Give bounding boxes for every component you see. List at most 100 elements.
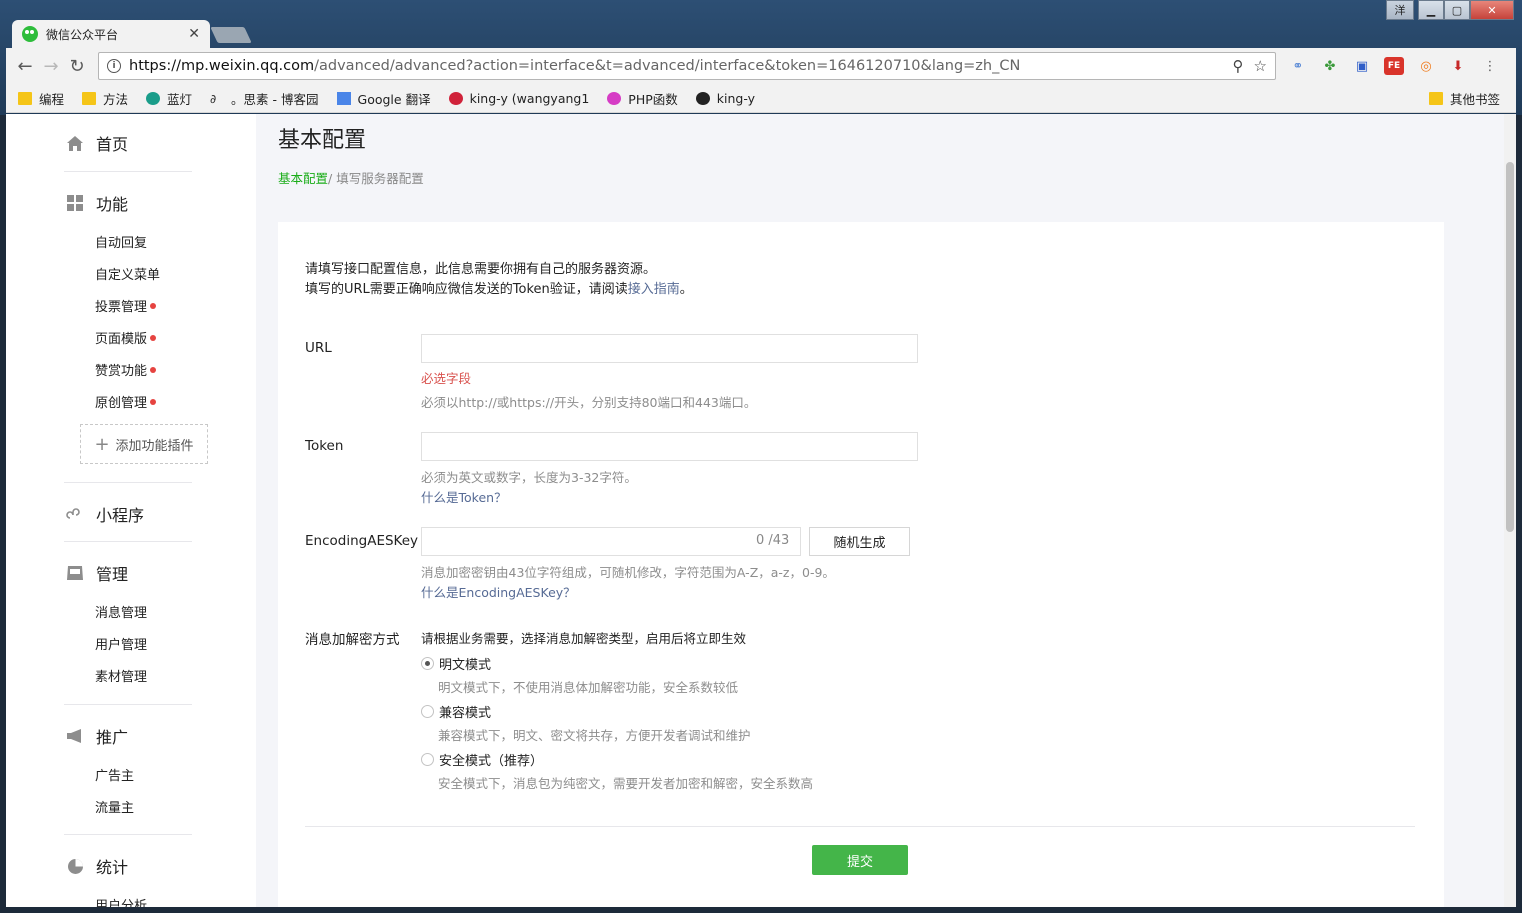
url-label: URL [305, 340, 332, 356]
new-dot [150, 334, 157, 341]
radio-button[interactable] [421, 705, 434, 718]
tab-close-icon[interactable]: ✕ [188, 26, 200, 42]
folder-icon [82, 91, 97, 105]
submit-button[interactable]: 提交 [812, 845, 908, 875]
nav-stats[interactable]: 统计 [66, 854, 128, 878]
bookmark-folder[interactable]: 方法 [82, 89, 128, 108]
token-help-link[interactable]: 什么是Token？ [421, 487, 507, 506]
bookmark-link[interactable]: Google 翻译 [336, 89, 431, 108]
url-field[interactable] [421, 334, 918, 363]
minimize-button[interactable]: ▁ [1418, 0, 1444, 20]
info-icon[interactable]: i [107, 59, 121, 73]
token-label: Token [305, 438, 344, 454]
url-error: 必选字段 [421, 371, 472, 386]
save-extension-icon[interactable]: ▣ [1352, 57, 1372, 75]
sidebar-item-user-analysis[interactable]: 用户分析 [95, 895, 147, 907]
folder-icon [18, 91, 32, 105]
radio-button[interactable] [421, 657, 434, 670]
other-bookmarks[interactable]: 其他书签 [1428, 89, 1500, 108]
url-input[interactable] [422, 335, 917, 362]
bookmark-link[interactable]: 蓝灯 [146, 89, 192, 108]
nav-promotion[interactable]: 推广 [66, 724, 128, 748]
sidebar-divider [64, 482, 192, 483]
aes-field[interactable] [421, 527, 801, 556]
aes-label: EncodingAESKey [305, 533, 419, 549]
radio-secure[interactable]: 安全模式（推荐） [421, 750, 543, 769]
token-input[interactable] [422, 433, 917, 460]
bookmark-link[interactable]: king-y [695, 91, 755, 106]
sidebar-divider [64, 171, 192, 172]
random-generate-button[interactable]: 随机生成 [809, 527, 910, 556]
bookmark-star-icon[interactable]: ☆ [1254, 57, 1267, 75]
bookmark-link[interactable]: PHP函数 [607, 89, 678, 108]
sidebar-divider [64, 704, 192, 705]
sidebar-item-advertiser[interactable]: 广告主 [95, 765, 134, 784]
token-tip: 必须为英文或数字，长度为3-32字符。 [421, 470, 637, 485]
radio-plaintext-desc: 明文模式下，不使用消息体加解密功能，安全系数较低 [438, 680, 739, 695]
fe-extension-icon[interactable]: FE [1384, 57, 1404, 75]
sidebar-item-original[interactable]: 原创管理 [95, 392, 157, 411]
miniprogram-icon [66, 505, 84, 523]
radio-plaintext[interactable]: 明文模式 [421, 654, 491, 673]
sidebar-item-auto-reply[interactable]: 自动回复 [95, 232, 147, 251]
page-content: 首页 功能 自动回复 自定义菜单 投票管理 页面模版 赞赏功能 原创管理 + 添… [6, 114, 1516, 907]
menu-icon[interactable]: ⋮ [1480, 57, 1500, 75]
token-field[interactable] [421, 432, 918, 461]
puzzle-extension-icon[interactable]: ✤ [1320, 57, 1340, 75]
download-extension-icon[interactable]: ⬇ [1448, 57, 1468, 75]
bookmark-folder[interactable]: 编程 [18, 89, 64, 108]
sidebar-divider [64, 834, 192, 835]
add-plugin-button[interactable]: + 添加功能插件 [80, 424, 208, 464]
aes-input[interactable] [422, 528, 800, 555]
aes-help-link[interactable]: 什么是EncodingAESKey？ [421, 582, 576, 601]
nav-home[interactable]: 首页 [66, 131, 128, 155]
window-controls: 洋 ▁ ▢ ✕ [1386, 0, 1514, 20]
profile-button[interactable]: 洋 [1386, 0, 1414, 20]
new-tab-button[interactable] [210, 27, 252, 43]
link-extension-icon[interactable]: ⚭ [1288, 57, 1308, 75]
megaphone-icon [66, 727, 84, 745]
sidebar-item-publisher[interactable]: 流量主 [95, 797, 134, 816]
radio-compatible-desc: 兼容模式下，明文、密文将共存，方便开发者调试和维护 [438, 728, 751, 743]
google-translate-icon [336, 91, 351, 105]
zoom-icon[interactable]: ⚲ [1233, 57, 1244, 75]
radio-button[interactable] [421, 753, 434, 766]
lifebuoy-extension-icon[interactable]: ◎ [1416, 57, 1436, 75]
new-dot [150, 302, 157, 309]
sidebar-item-page-template[interactable]: 页面模版 [95, 328, 157, 347]
forward-button[interactable]: → [38, 56, 64, 77]
wechat-icon [22, 26, 38, 42]
bookmark-link[interactable]: king-y (wangyang1 [448, 91, 589, 106]
nav-management[interactable]: 管理 [66, 561, 128, 585]
breadcrumb-link[interactable]: 基本配置 [278, 171, 328, 186]
tab-title: 微信公众平台 [46, 27, 119, 42]
page-scrollbar[interactable] [1504, 114, 1516, 907]
bookmark-link[interactable]: ∂ 。思素 - 博客园 [210, 89, 318, 108]
nav-features[interactable]: 功能 [66, 191, 128, 215]
php-icon [607, 91, 622, 105]
browser-tab[interactable]: 微信公众平台 ✕ [12, 20, 210, 48]
github-icon [695, 91, 710, 105]
radio-compatible[interactable]: 兼容模式 [421, 702, 491, 721]
sidebar-item-reward[interactable]: 赞赏功能 [95, 360, 157, 379]
browser-chrome: 洋 ▁ ▢ ✕ 微信公众平台 ✕ ← → ↻ i https://mp.weix… [0, 0, 1522, 115]
sidebar-item-custom-menu[interactable]: 自定义菜单 [95, 264, 160, 283]
sidebar-item-materials[interactable]: 素材管理 [95, 666, 147, 685]
reload-button[interactable]: ↻ [64, 56, 90, 77]
close-window-button[interactable]: ✕ [1470, 0, 1514, 20]
sidebar-divider [64, 541, 192, 542]
mode-label: 消息加解密方式 [305, 632, 400, 648]
sidebar-item-users[interactable]: 用户管理 [95, 634, 147, 653]
guide-link[interactable]: 接入指南 [628, 282, 680, 297]
url-text[interactable]: https://mp.weixin.qq.com/advanced/advanc… [129, 58, 1223, 74]
sidebar-item-messages[interactable]: 消息管理 [95, 602, 147, 621]
intro-text: 请填写接口配置信息，此信息需要你拥有自己的服务器资源。 填写的URL需要正确响应… [305, 262, 693, 297]
sidebar-item-vote[interactable]: 投票管理 [95, 296, 157, 315]
maximize-button[interactable]: ▢ [1444, 0, 1470, 20]
scrollbar-thumb[interactable] [1506, 162, 1514, 532]
back-button[interactable]: ← [12, 56, 38, 77]
aes-tip: 消息加密密钥由43位字符组成，可随机修改，字符范围为A-Z，a-z，0-9。 [421, 565, 835, 580]
main-content: 基本配置 基本配置/ 填写服务器配置 请填写接口配置信息，此信息需要你拥有自己的… [278, 114, 1444, 907]
nav-miniprogram[interactable]: 小程序 [66, 502, 144, 526]
address-bar[interactable]: i https://mp.weixin.qq.com/advanced/adva… [98, 52, 1276, 80]
